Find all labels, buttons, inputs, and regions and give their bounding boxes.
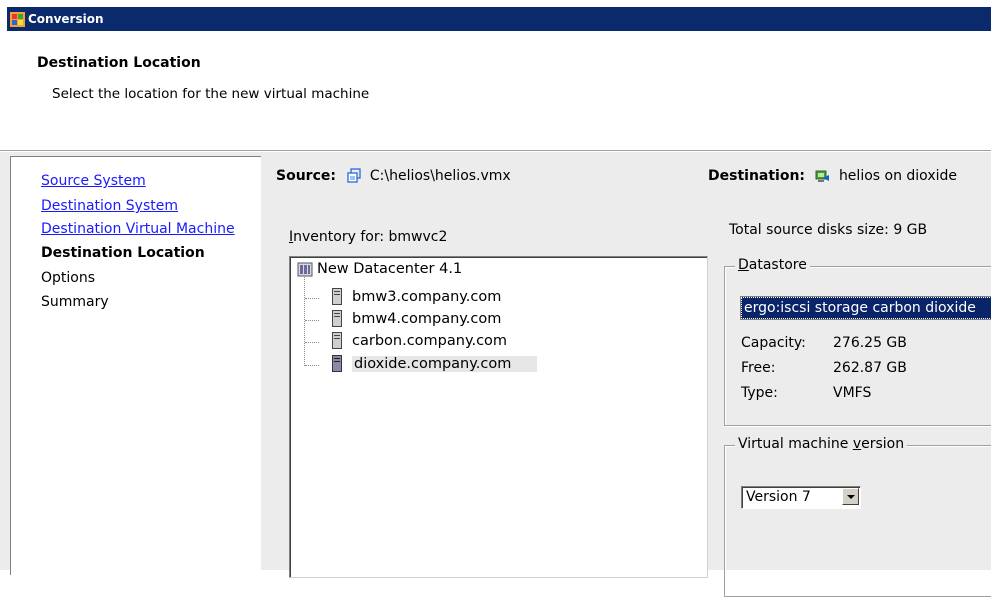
free-value: 262.87 GB [833,360,907,376]
datacenter-label: New Datacenter 4.1 [317,261,463,277]
step-options: Options [41,270,96,286]
datastore-legend-accesskey: D [738,257,749,273]
step-source-system[interactable]: Source System [41,173,146,189]
server-icon [332,355,342,372]
type-value: VMFS [833,385,872,401]
total-disk-size: Total source disks size: 9 GB [729,222,927,238]
tree-node-host[interactable]: carbon.company.com [332,332,507,349]
vm-version-select[interactable]: Version 7 [741,486,861,509]
window-title: Conversion [28,12,104,26]
inventory-tree[interactable]: New Datacenter 4.1 bmw3.company.com bmw4… [289,256,708,578]
vm-destination-icon [815,170,830,182]
wizard-header: Destination Location Select the location… [0,33,991,150]
tree-connector-branch [305,342,319,343]
inventory-host: bmwvc2 [388,229,448,245]
datastore-select[interactable]: ergo:iscsi storage carbon dioxide [740,296,991,320]
total-disk-size-label: Total source disks size: [729,222,889,238]
vm-version-legend: Virtual machine version [735,436,908,452]
capacity-label: Capacity: [741,335,806,351]
source-label: Source: [276,168,336,184]
inventory-label: Inventory for: bmwvc2 [289,229,447,245]
step-destination-location: Destination Location [41,245,205,261]
host-label: bmw4.company.com [352,310,502,327]
vm-version-legend-text: Virtual machine [738,436,853,452]
server-icon [332,288,342,305]
title-bar-strip: Conversion [7,7,991,31]
destination-label: Destination: [708,168,806,184]
host-label: dioxide.company.com [352,355,538,372]
step-destination-system[interactable]: Destination System [41,198,178,214]
page-subtitle: Select the location for the new virtual … [52,86,370,102]
capacity-value: 276.25 GB [833,335,907,351]
title-bar: Conversion [0,0,991,33]
tree-node-datacenter[interactable]: New Datacenter 4.1 [297,261,462,277]
vm-file-icon [347,168,362,183]
page-title: Destination Location [37,55,201,71]
host-label: bmw3.company.com [352,288,502,305]
free-label: Free: [741,360,776,376]
server-icon [332,310,342,327]
tree-node-host[interactable]: bmw4.company.com [332,310,501,327]
step-destination-virtual-machine[interactable]: Destination Virtual Machine [41,221,235,237]
tree-node-host[interactable]: bmw3.company.com [332,288,501,305]
tree-connector-branch [305,320,319,321]
wizard-steps-panel: Source System Destination System Destina… [10,156,261,575]
datastore-legend-text: atastore [748,257,807,273]
tree-connector-branch [305,365,319,366]
datastore-group: Datastore ergo:iscsi storage carbon diox… [724,257,991,426]
host-label: carbon.company.com [352,332,508,349]
source-info: Source: C:\helios\helios.vmx [276,168,511,184]
total-disk-size-value: 9 GB [893,222,928,238]
wizard-content: Source System Destination System Destina… [0,152,991,597]
destination-name: helios on dioxide [838,168,957,184]
server-icon [332,332,342,349]
datastore-legend: Datastore [735,257,810,273]
type-label: Type: [741,385,778,401]
inventory-label-text: nventory for: [293,229,385,245]
chevron-down-icon[interactable] [842,488,859,505]
step-summary: Summary [41,294,109,310]
vm-version-legend-accesskey: v [852,436,862,452]
destination-info: Destination: helios on dioxide [708,168,957,184]
tree-node-host-selected[interactable]: dioxide.company.com [332,355,538,372]
converter-app-icon [10,11,25,27]
vm-version-legend-text-end: ersion [861,436,905,452]
vm-version-group: Virtual machine version Version 7 [724,436,991,597]
vm-version-value: Version 7 [746,489,811,505]
tree-connector-branch [305,298,319,299]
datacenter-icon [297,262,313,277]
source-path: C:\helios\helios.vmx [369,168,511,184]
